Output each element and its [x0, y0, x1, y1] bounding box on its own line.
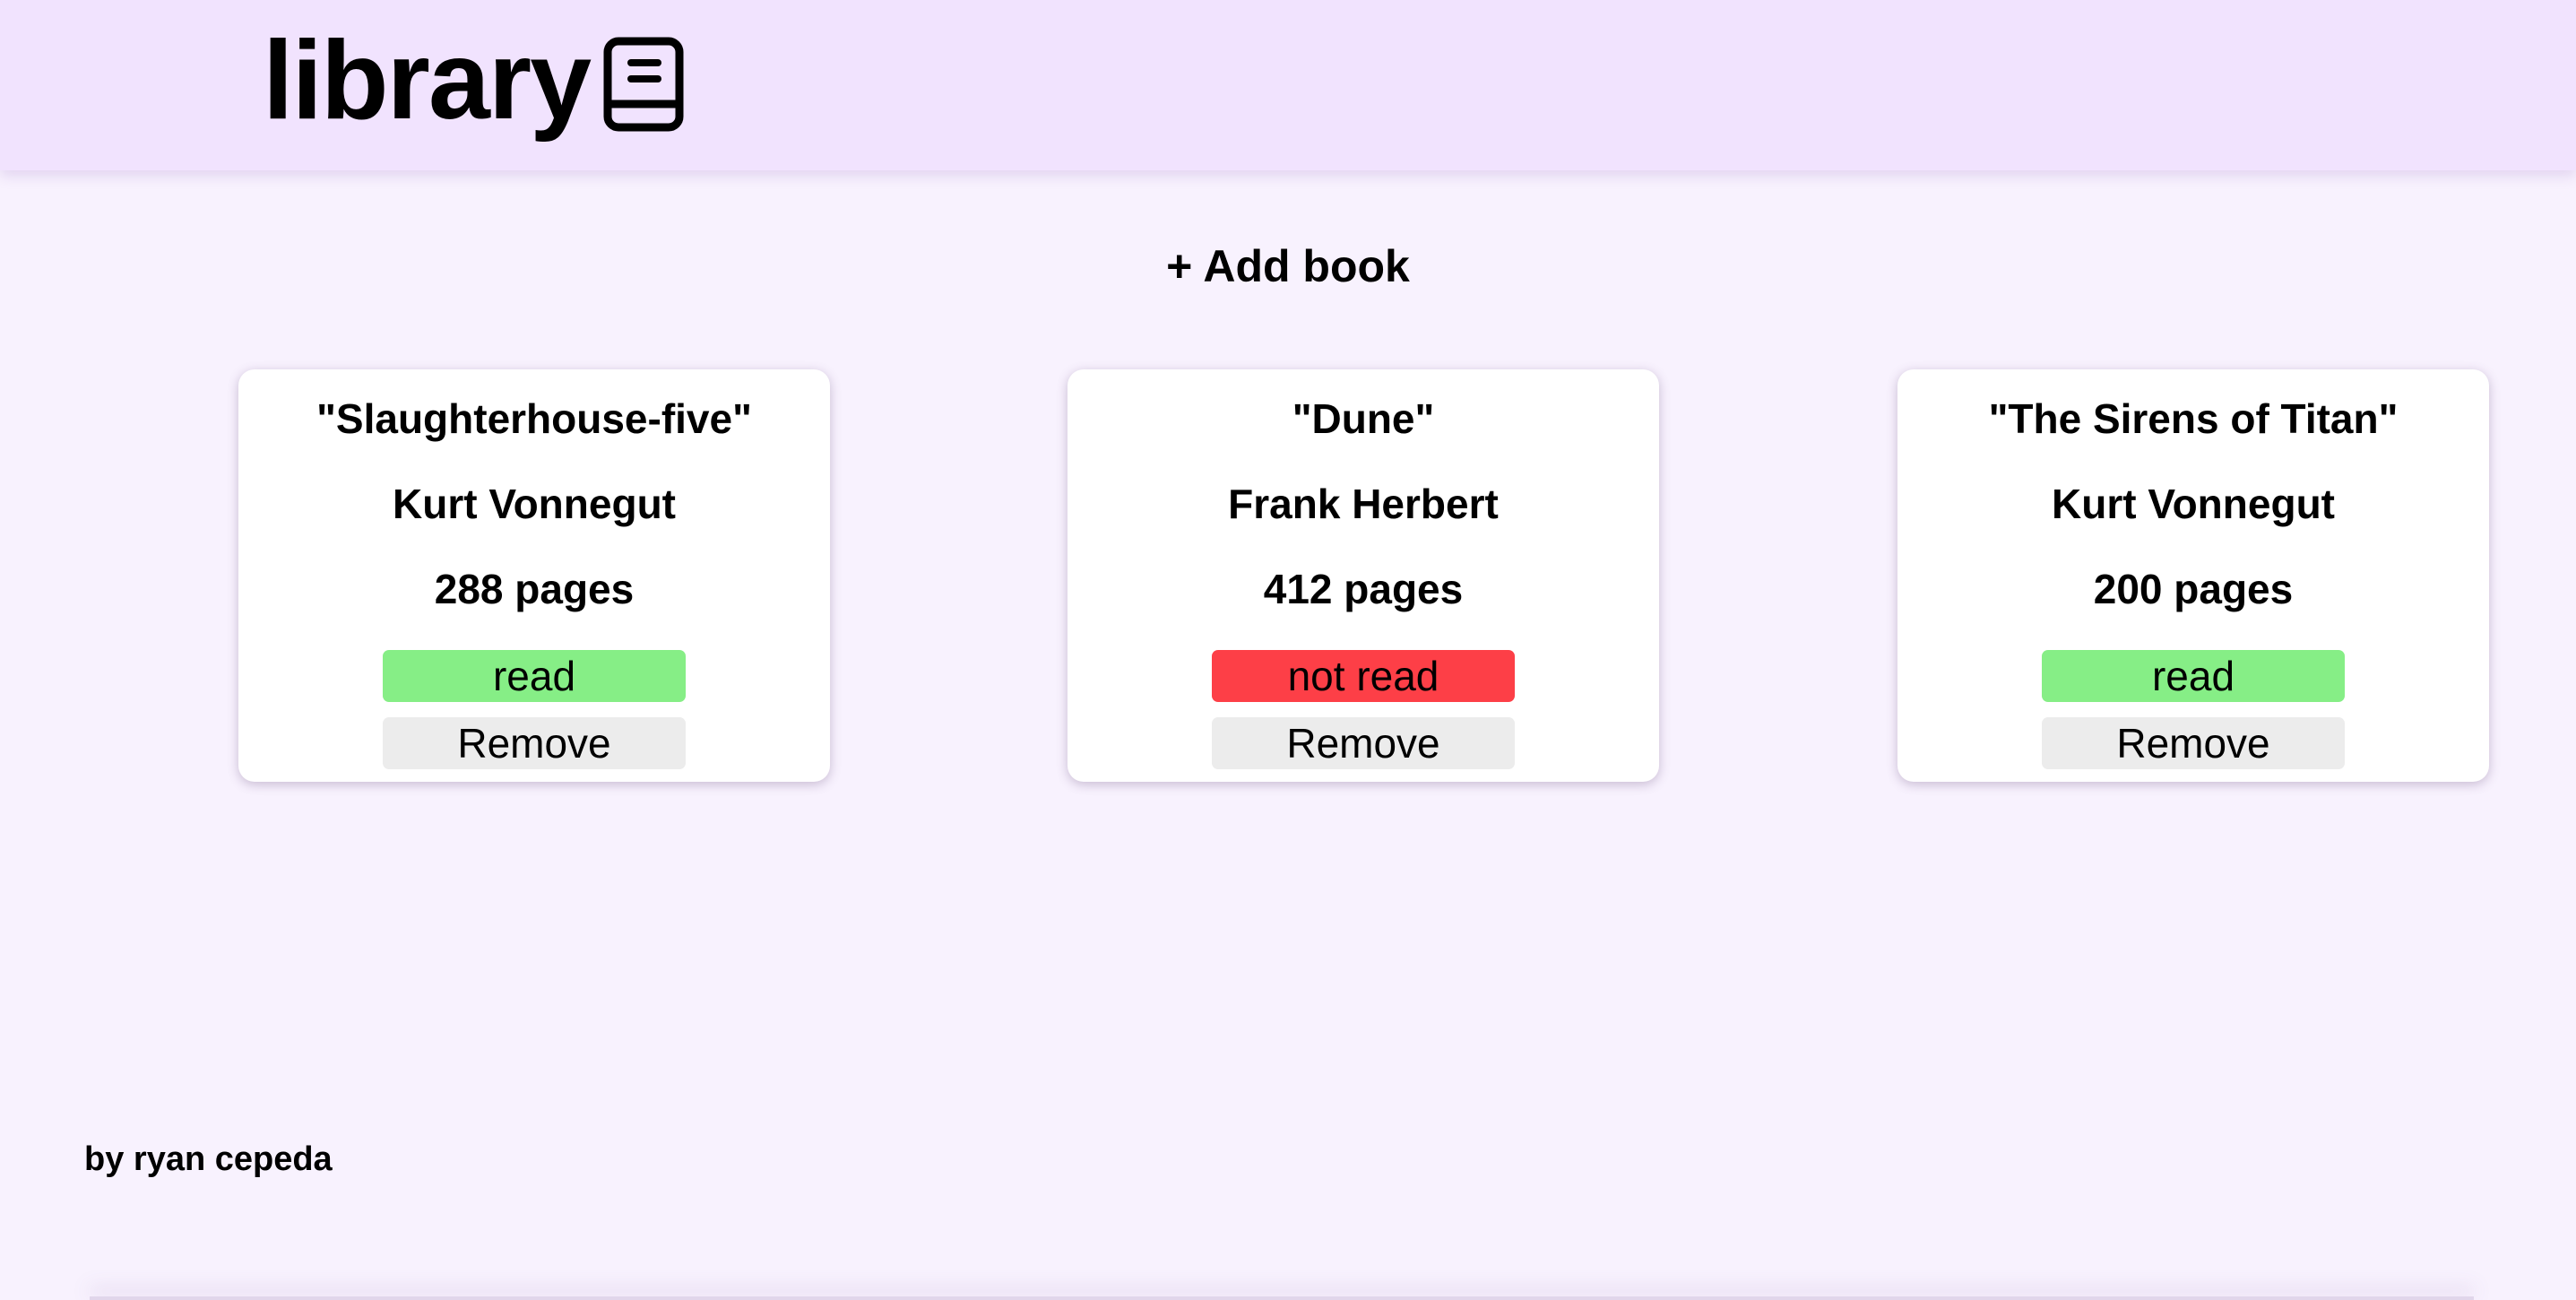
book-pages: 200 pages	[2093, 566, 2294, 612]
read-status-toggle[interactable]: read	[383, 650, 686, 702]
book-card: "Slaughterhouse-five" Kurt Vonnegut 288 …	[238, 369, 830, 782]
remove-button[interactable]: Remove	[2042, 717, 2345, 769]
read-status-toggle[interactable]: not read	[1212, 650, 1515, 702]
logo-text: library	[263, 19, 592, 143]
book-card: "Dune" Frank Herbert 412 pages not read …	[1068, 369, 1659, 782]
book-author: Kurt Vonnegut	[2052, 481, 2335, 527]
add-book-button[interactable]: + Add book	[0, 240, 2576, 292]
footer-credit: by ryan cepeda	[84, 1140, 333, 1178]
book-author: Frank Herbert	[1228, 481, 1499, 527]
book-icon	[603, 37, 684, 132]
book-author: Kurt Vonnegut	[393, 481, 676, 527]
remove-button[interactable]: Remove	[1212, 717, 1515, 769]
logo: library	[263, 20, 687, 136]
header: library	[0, 0, 2576, 170]
add-book-label: + Add book	[1166, 241, 1410, 291]
read-status-toggle[interactable]: read	[2042, 650, 2345, 702]
book-title: "Slaughterhouse-five"	[316, 395, 752, 442]
book-pages: 412 pages	[1263, 566, 1464, 612]
bottom-shadow	[90, 1296, 2474, 1300]
book-pages: 288 pages	[434, 566, 635, 612]
book-title: "Dune"	[1292, 395, 1435, 442]
remove-button[interactable]: Remove	[383, 717, 686, 769]
book-card: "The Sirens of Titan" Kurt Vonnegut 200 …	[1897, 369, 2489, 782]
book-title: "The Sirens of Titan"	[1988, 395, 2399, 442]
